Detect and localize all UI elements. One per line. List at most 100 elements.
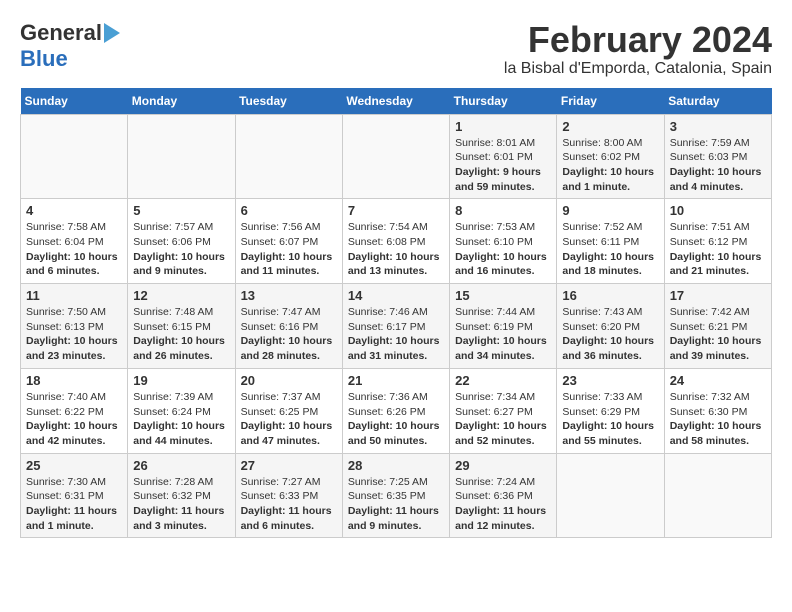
day-info: Sunrise: 7:52 AMSunset: 6:11 PMDaylight:… [562,220,658,279]
table-row: 13 Sunrise: 7:47 AMSunset: 6:16 PMDayligh… [235,284,342,369]
title-block: February 2024 la Bisbal d'Emporda, Catal… [504,20,772,78]
day-number: 17 [670,288,766,303]
day-number: 7 [348,203,444,218]
table-row: 9 Sunrise: 7:52 AMSunset: 6:11 PMDaylight… [557,199,664,284]
table-row: 28Sunrise: 7:25 AMSunset: 6:35 PMDayligh… [342,453,449,538]
table-row: 26 Sunrise: 7:28 AMSunset: 6:32 PMDayligh… [128,453,235,538]
table-row: 4 Sunrise: 7:58 AMSunset: 6:04 PMDaylight… [21,199,128,284]
table-row: 18Sunrise: 7:40 AMSunset: 6:22 PMDayligh… [21,368,128,453]
day-number: 21 [348,373,444,388]
day-number: 13 [241,288,337,303]
table-row: 6 Sunrise: 7:56 AMSunset: 6:07 PMDaylight… [235,199,342,284]
day-number: 1 [455,119,551,134]
day-number: 14 [348,288,444,303]
table-row: 23 Sunrise: 7:33 AMSunset: 6:29 PMDayligh… [557,368,664,453]
day-info: Sunrise: 7:50 AMSunset: 6:13 PMDaylight:… [26,305,122,364]
day-info: Sunrise: 7:58 AMSunset: 6:04 PMDaylight:… [26,220,122,279]
page-title: February 2024 [504,20,772,60]
day-number: 2 [562,119,658,134]
day-info: Sunrise: 7:40 AMSunset: 6:22 PMDaylight:… [26,390,122,449]
table-row: 2Sunrise: 8:00 AMSunset: 6:02 PMDaylight… [557,114,664,199]
col-tuesday: Tuesday [235,88,342,115]
table-row: 15Sunrise: 7:44 AMSunset: 6:19 PMDayligh… [450,284,557,369]
day-info: Sunrise: 7:44 AMSunset: 6:19 PMDaylight:… [455,305,551,364]
logo: General Blue [20,20,120,72]
table-row: 22 Sunrise: 7:34 AMSunset: 6:27 PMDayligh… [450,368,557,453]
day-number: 4 [26,203,122,218]
table-row: 25 Sunrise: 7:30 AMSunset: 6:31 PMDayligh… [21,453,128,538]
day-info: Sunrise: 7:53 AMSunset: 6:10 PMDaylight:… [455,220,551,279]
day-info: Sunrise: 7:54 AMSunset: 6:08 PMDaylight:… [348,220,444,279]
table-row [342,114,449,199]
day-number: 11 [26,288,122,303]
table-row: 12 Sunrise: 7:48 AMSunset: 6:15 PMDayligh… [128,284,235,369]
day-number: 10 [670,203,766,218]
table-row: 20Sunrise: 7:37 AMSunset: 6:25 PMDayligh… [235,368,342,453]
day-number: 5 [133,203,229,218]
calendar-header-row: Sunday Monday Tuesday Wednesday Thursday… [21,88,772,115]
day-info: Sunrise: 7:28 AMSunset: 6:32 PMDaylight:… [133,475,229,534]
table-row [557,453,664,538]
day-info: Sunrise: 7:47 AMSunset: 6:16 PMDaylight:… [241,305,337,364]
day-info: Sunrise: 7:59 AMSunset: 6:03 PMDaylight:… [670,136,766,195]
day-number: 29 [455,458,551,473]
day-info: Sunrise: 8:01 AMSunset: 6:01 PMDaylight:… [455,136,551,195]
calendar-week-row: 1 Sunrise: 8:01 AMSunset: 6:01 PMDaylight… [21,114,772,199]
day-info: Sunrise: 7:57 AMSunset: 6:06 PMDaylight:… [133,220,229,279]
day-info: Sunrise: 7:27 AMSunset: 6:33 PMDaylight:… [241,475,337,534]
col-saturday: Saturday [664,88,771,115]
logo-blue: Blue [20,46,68,72]
table-row: 16Sunrise: 7:43 AMSunset: 6:20 PMDayligh… [557,284,664,369]
calendar-week-row: 25 Sunrise: 7:30 AMSunset: 6:31 PMDayligh… [21,453,772,538]
day-info: Sunrise: 7:42 AMSunset: 6:21 PMDaylight:… [670,305,766,364]
calendar-week-row: 4 Sunrise: 7:58 AMSunset: 6:04 PMDaylight… [21,199,772,284]
day-number: 3 [670,119,766,134]
day-info: Sunrise: 7:24 AMSunset: 6:36 PMDaylight:… [455,475,551,534]
col-wednesday: Wednesday [342,88,449,115]
table-row: 11 Sunrise: 7:50 AMSunset: 6:13 PMDayligh… [21,284,128,369]
table-row [21,114,128,199]
col-friday: Friday [557,88,664,115]
logo-arrow-icon [104,23,120,43]
day-number: 6 [241,203,337,218]
table-row: 14 Sunrise: 7:46 AMSunset: 6:17 PMDayligh… [342,284,449,369]
day-number: 12 [133,288,229,303]
calendar-table: Sunday Monday Tuesday Wednesday Thursday… [20,88,772,539]
day-info: Sunrise: 7:51 AMSunset: 6:12 PMDaylight:… [670,220,766,279]
day-number: 19 [133,373,229,388]
table-row: 8Sunrise: 7:53 AMSunset: 6:10 PMDaylight… [450,199,557,284]
day-number: 20 [241,373,337,388]
day-number: 26 [133,458,229,473]
day-number: 22 [455,373,551,388]
page-subtitle: la Bisbal d'Emporda, Catalonia, Spain [504,60,772,78]
table-row: 5 Sunrise: 7:57 AMSunset: 6:06 PMDaylight… [128,199,235,284]
day-number: 9 [562,203,658,218]
table-row: 24Sunrise: 7:32 AMSunset: 6:30 PMDayligh… [664,368,771,453]
table-row: 17 Sunrise: 7:42 AMSunset: 6:21 PMDayligh… [664,284,771,369]
day-info: Sunrise: 7:32 AMSunset: 6:30 PMDaylight:… [670,390,766,449]
table-row: 10 Sunrise: 7:51 AMSunset: 6:12 PMDayligh… [664,199,771,284]
table-row: 29 Sunrise: 7:24 AMSunset: 6:36 PMDayligh… [450,453,557,538]
table-row [235,114,342,199]
table-row: 3 Sunrise: 7:59 AMSunset: 6:03 PMDaylight… [664,114,771,199]
logo-general: General [20,20,102,46]
day-number: 23 [562,373,658,388]
day-info: Sunrise: 7:34 AMSunset: 6:27 PMDaylight:… [455,390,551,449]
table-row: 7 Sunrise: 7:54 AMSunset: 6:08 PMDaylight… [342,199,449,284]
day-info: Sunrise: 7:30 AMSunset: 6:31 PMDaylight:… [26,475,122,534]
col-sunday: Sunday [21,88,128,115]
day-number: 25 [26,458,122,473]
table-row: 1 Sunrise: 8:01 AMSunset: 6:01 PMDaylight… [450,114,557,199]
day-info: Sunrise: 7:56 AMSunset: 6:07 PMDaylight:… [241,220,337,279]
day-info: Sunrise: 7:33 AMSunset: 6:29 PMDaylight:… [562,390,658,449]
day-info: Sunrise: 7:39 AMSunset: 6:24 PMDaylight:… [133,390,229,449]
day-number: 27 [241,458,337,473]
table-row: 27 Sunrise: 7:27 AMSunset: 6:33 PMDayligh… [235,453,342,538]
calendar-week-row: 11 Sunrise: 7:50 AMSunset: 6:13 PMDayligh… [21,284,772,369]
day-number: 28 [348,458,444,473]
day-info: Sunrise: 7:48 AMSunset: 6:15 PMDaylight:… [133,305,229,364]
page-header: General Blue February 2024 la Bisbal d'E… [20,20,772,78]
table-row: 21Sunrise: 7:36 AMSunset: 6:26 PMDayligh… [342,368,449,453]
day-info: Sunrise: 7:46 AMSunset: 6:17 PMDaylight:… [348,305,444,364]
col-monday: Monday [128,88,235,115]
